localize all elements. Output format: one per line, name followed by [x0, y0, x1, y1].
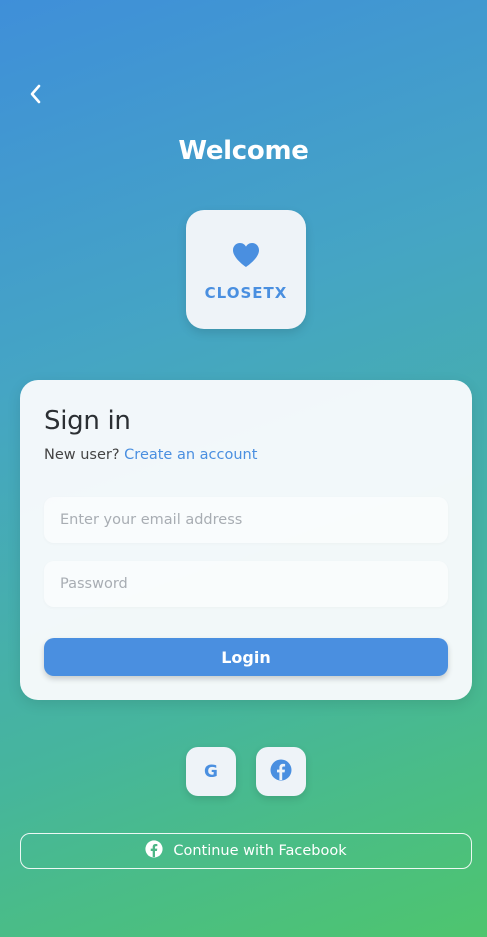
new-user-prefix: New user?: [44, 447, 120, 463]
create-account-link[interactable]: Create an account: [124, 447, 257, 463]
logo-text: CLOSETX: [204, 283, 288, 302]
signin-card: Sign in New user? Create an account Logi…: [20, 380, 472, 700]
continue-with-facebook-button[interactable]: Continue with Facebook: [20, 833, 472, 869]
login-button[interactable]: Login: [44, 638, 448, 676]
chevron-left-icon: [27, 83, 43, 109]
continue-with-facebook-label: Continue with Facebook: [173, 843, 347, 859]
facebook-icon: [145, 840, 163, 862]
facebook-icon: [270, 759, 292, 785]
app-logo: CLOSETX: [186, 210, 306, 329]
facebook-signin-button[interactable]: [256, 747, 306, 796]
back-button[interactable]: [20, 80, 50, 112]
password-input[interactable]: [44, 561, 448, 607]
google-signin-button[interactable]: G: [186, 747, 236, 796]
page-title: Welcome: [178, 136, 309, 166]
new-user-line: New user? Create an account: [44, 447, 257, 463]
email-input[interactable]: [44, 497, 448, 543]
google-icon: G: [204, 761, 218, 782]
heart-icon: [232, 242, 260, 272]
signin-title: Sign in: [44, 406, 131, 436]
